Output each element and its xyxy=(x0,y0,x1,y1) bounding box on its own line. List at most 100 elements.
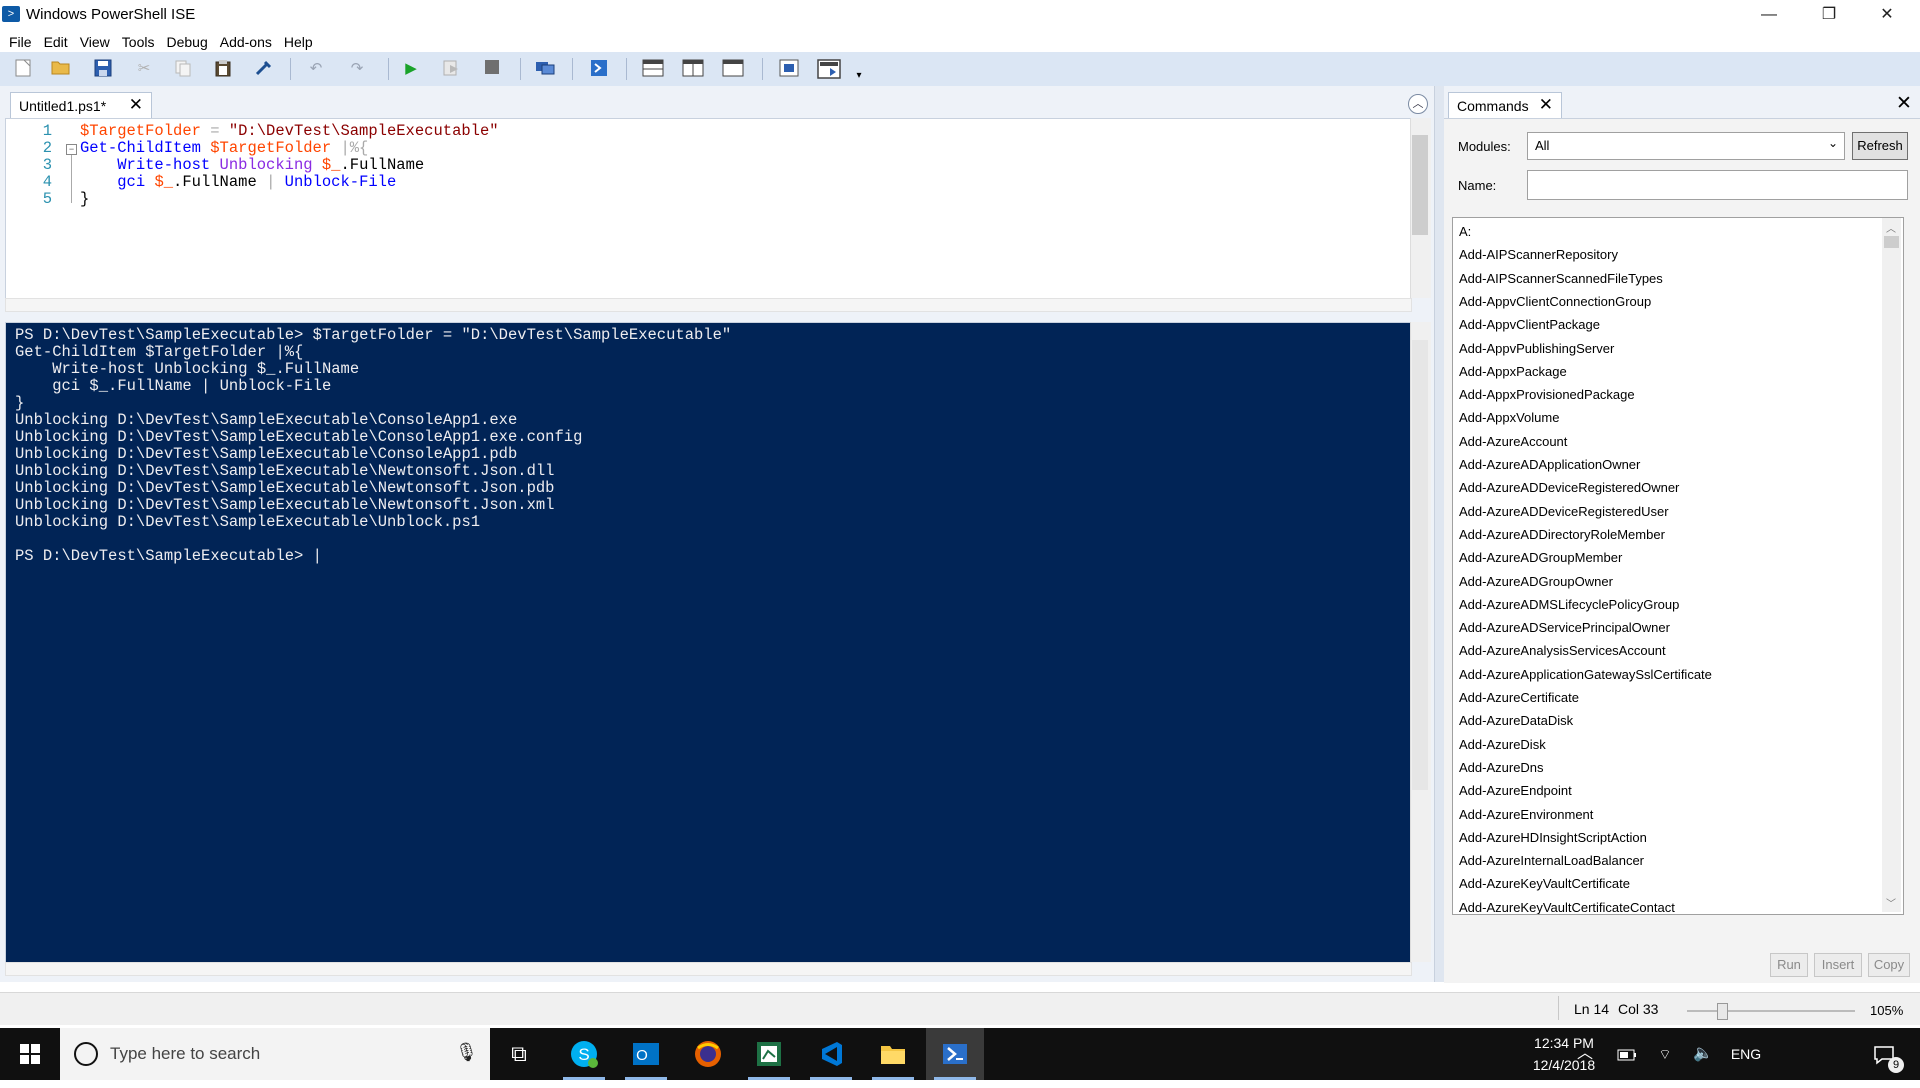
code-line[interactable]: gci $_.FullName | Unblock-File xyxy=(80,174,396,191)
save-icon[interactable] xyxy=(92,59,114,79)
command-list-item[interactable]: Add-AppxProvisionedPackage xyxy=(1459,386,1635,404)
command-list-item[interactable]: Add-AzureDisk xyxy=(1459,736,1546,754)
command-list-item[interactable]: Add-AzureADApplicationOwner xyxy=(1459,456,1640,474)
toolbar-overflow-icon[interactable]: ▾ xyxy=(848,66,870,86)
powershell-icon[interactable] xyxy=(588,59,610,79)
command-list-item[interactable]: Add-AzureADGroupMember xyxy=(1459,549,1622,567)
command-list-item[interactable]: Add-AzureEnvironment xyxy=(1459,806,1593,824)
menu-edit[interactable]: Edit xyxy=(38,31,74,53)
name-filter-input[interactable] xyxy=(1527,170,1908,200)
show-commands-icon[interactable] xyxy=(816,59,842,79)
copy-button[interactable]: Copy xyxy=(1868,953,1910,977)
paste-icon[interactable] xyxy=(212,59,234,79)
command-list-item[interactable]: Add-AzureInternalLoadBalancer xyxy=(1459,852,1644,870)
command-list-item[interactable]: Add-AzureAnalysisServicesAccount xyxy=(1459,642,1666,660)
run-icon[interactable]: ▶ xyxy=(400,59,422,79)
refresh-button[interactable]: Refresh xyxy=(1852,132,1908,160)
command-list-item[interactable]: Add-AzureEndpoint xyxy=(1459,782,1572,800)
collapse-script-pane-icon[interactable]: ︿ xyxy=(1408,94,1428,114)
command-list-item[interactable]: Add-AzureADGroupOwner xyxy=(1459,573,1613,591)
zoom-slider-track[interactable] xyxy=(1687,1010,1855,1012)
command-list-item[interactable]: Add-AzureDataDisk xyxy=(1459,712,1573,730)
vscode-icon[interactable] xyxy=(802,1028,860,1080)
fold-toggle-icon[interactable]: − xyxy=(66,144,77,155)
command-list-item[interactable]: Add-AppvClientPackage xyxy=(1459,316,1600,334)
command-list[interactable]: A: Add-AIPScannerRepository Add-AIPScanner… xyxy=(1452,217,1904,915)
script-horizontal-scrollbar[interactable] xyxy=(5,298,1412,312)
minimize-button[interactable]: — xyxy=(1746,0,1792,30)
close-panel-icon[interactable]: ✕ xyxy=(1896,92,1912,115)
command-list-item[interactable]: Add-AzureDns xyxy=(1459,759,1544,777)
command-list-item[interactable]: Add-AzureKeyVaultCertificateContact xyxy=(1459,899,1675,914)
menu-view[interactable]: View xyxy=(74,31,116,53)
zoom-slider-thumb[interactable] xyxy=(1716,1003,1728,1020)
menu-addons[interactable]: Add-ons xyxy=(214,31,278,53)
copy-icon[interactable] xyxy=(172,59,194,79)
menu-debug[interactable]: Debug xyxy=(160,31,213,53)
insert-button[interactable]: Insert xyxy=(1814,953,1862,977)
clock-date[interactable]: 12/4/2018 xyxy=(1524,1057,1604,1073)
battery-icon[interactable] xyxy=(1612,1028,1642,1080)
command-list-item[interactable]: Add-AppxPackage xyxy=(1459,363,1567,381)
file-explorer-icon[interactable] xyxy=(864,1028,922,1080)
console-horizontal-scrollbar[interactable] xyxy=(5,962,1412,976)
command-list-item[interactable]: Add-AzureADDirectoryRoleMember xyxy=(1459,526,1665,544)
menu-help[interactable]: Help xyxy=(278,31,319,53)
microphone-icon[interactable]: 🎙 xyxy=(455,1042,478,1063)
command-list-item[interactable]: Add-AIPScannerScannedFileTypes xyxy=(1459,270,1663,288)
action-center-icon[interactable]: 9 xyxy=(1864,1028,1904,1080)
command-list-item[interactable]: Add-AppvPublishingServer xyxy=(1459,340,1614,358)
command-list-item[interactable]: Add-AzureADDeviceRegisteredUser xyxy=(1459,503,1669,521)
firefox-icon[interactable] xyxy=(679,1028,737,1080)
outlook-icon[interactable]: O xyxy=(617,1028,675,1080)
command-list-item[interactable]: Add-AppvClientConnectionGroup xyxy=(1459,293,1651,311)
open-icon[interactable] xyxy=(50,59,72,79)
task-view-icon[interactable]: ⧉ xyxy=(490,1028,548,1080)
command-list-item[interactable]: Add-AzureADMSLifecyclePolicyGroup xyxy=(1459,596,1679,614)
scroll-down-icon[interactable]: ﹀ xyxy=(1886,895,1896,910)
command-list-item[interactable]: Add-AzureCertificate xyxy=(1459,689,1579,707)
layout-right-icon[interactable] xyxy=(682,59,704,79)
redo-icon[interactable]: ↷ xyxy=(346,59,368,79)
code-line[interactable]: Get-ChildItem $TargetFolder |%{ xyxy=(80,140,368,157)
close-window-button[interactable]: ✕ xyxy=(1864,0,1910,30)
code-line[interactable]: } xyxy=(80,191,89,208)
language-indicator[interactable]: ENG xyxy=(1724,1028,1768,1080)
run-button[interactable]: Run xyxy=(1770,953,1808,977)
console-scroll-thumb[interactable] xyxy=(1412,340,1428,790)
commands-tab-close-icon[interactable]: ✕ xyxy=(1539,95,1553,115)
script-scroll-thumb[interactable] xyxy=(1412,135,1428,235)
command-list-scrollbar[interactable]: ︿ ﹀ xyxy=(1882,218,1901,912)
command-list-scroll-thumb[interactable] xyxy=(1884,236,1899,248)
code-line[interactable]: $TargetFolder = "D:\DevTest\SampleExecut… xyxy=(80,123,499,140)
stop-icon[interactable] xyxy=(481,59,503,79)
command-list-item[interactable]: Add-AIPScannerRepository xyxy=(1459,246,1618,264)
command-list-item[interactable]: Add-AzureKeyVaultCertificate xyxy=(1459,875,1630,893)
scroll-up-icon[interactable]: ︿ xyxy=(1886,220,1896,235)
layout-max-icon[interactable] xyxy=(722,59,744,79)
layout-top-icon[interactable] xyxy=(642,59,664,79)
start-button[interactable] xyxy=(0,1028,60,1080)
restore-button[interactable]: ❐ xyxy=(1806,0,1852,30)
clock-time[interactable]: 12:34 PM xyxy=(1524,1035,1604,1051)
command-list-item[interactable]: Add-AzureADDeviceRegisteredOwner xyxy=(1459,479,1679,497)
powershell-ise-taskbar-icon[interactable] xyxy=(926,1028,984,1080)
run-selection-icon[interactable] xyxy=(440,59,462,79)
show-script-icon[interactable] xyxy=(778,59,800,79)
taskbar-search-box[interactable]: Type here to search 🎙 xyxy=(60,1028,490,1080)
menu-file[interactable]: File xyxy=(3,31,38,53)
spreadsheet-icon[interactable] xyxy=(740,1028,798,1080)
command-list-item[interactable]: A: xyxy=(1459,223,1471,241)
volume-icon[interactable]: 🔈 xyxy=(1688,1028,1718,1080)
skype-icon[interactable]: S xyxy=(555,1028,613,1080)
undo-icon[interactable]: ↶ xyxy=(305,59,327,79)
clear-icon[interactable] xyxy=(252,59,274,79)
tab-close-icon[interactable]: ✕ xyxy=(129,95,143,115)
command-list-item[interactable]: Add-AppxVolume xyxy=(1459,409,1559,427)
tab-untitled1[interactable]: Untitled1.ps1* ✕ xyxy=(10,92,152,119)
new-icon[interactable] xyxy=(12,59,34,79)
command-list-item[interactable]: Add-AzureADServicePrincipalOwner xyxy=(1459,619,1670,637)
remote-icon[interactable] xyxy=(534,59,556,79)
command-list-item[interactable]: Add-AzureApplicationGatewaySslCertificat… xyxy=(1459,666,1712,684)
wifi-icon[interactable]: ⌔ xyxy=(1650,1028,1680,1080)
